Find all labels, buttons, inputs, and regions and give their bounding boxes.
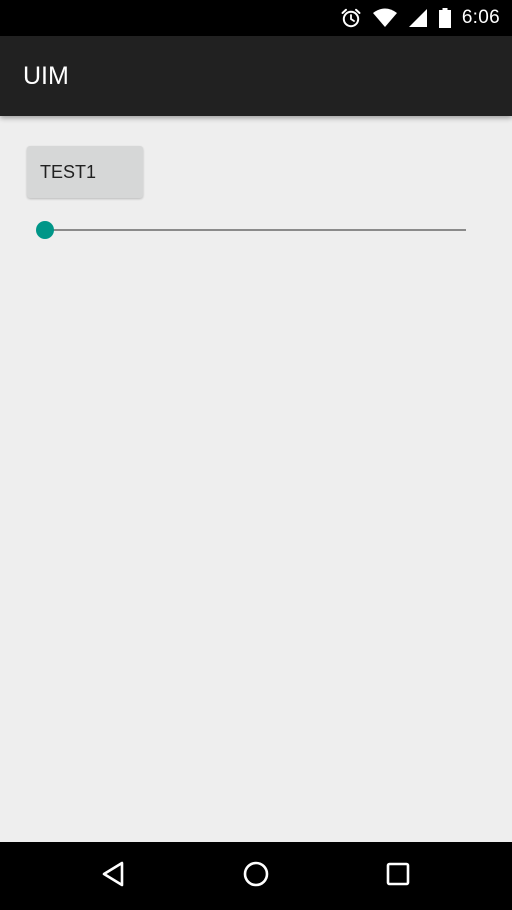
app-title: UIM <box>23 62 69 90</box>
seekbar-track[interactable] <box>45 229 466 231</box>
back-icon <box>100 860 128 893</box>
recents-icon <box>384 860 412 893</box>
status-icons: 6:06 <box>340 0 500 36</box>
seekbar[interactable] <box>36 218 468 242</box>
alarm-icon <box>340 7 362 29</box>
cell-signal-icon <box>408 7 428 29</box>
home-button[interactable] <box>216 842 296 910</box>
status-bar: 6:06 <box>0 0 512 36</box>
app-bar: UIM <box>0 36 512 116</box>
content-area: TEST1 <box>0 116 512 842</box>
nav-bar <box>0 842 512 910</box>
battery-icon <box>438 7 452 29</box>
recents-button[interactable] <box>358 842 438 910</box>
wifi-icon <box>372 7 398 29</box>
back-button[interactable] <box>74 842 154 910</box>
seekbar-thumb[interactable] <box>36 221 54 239</box>
test1-button[interactable]: TEST1 <box>27 146 143 198</box>
status-time: 6:06 <box>461 7 500 28</box>
home-icon <box>242 860 270 893</box>
screen: 6:06 UIM TEST1 <box>0 0 512 910</box>
